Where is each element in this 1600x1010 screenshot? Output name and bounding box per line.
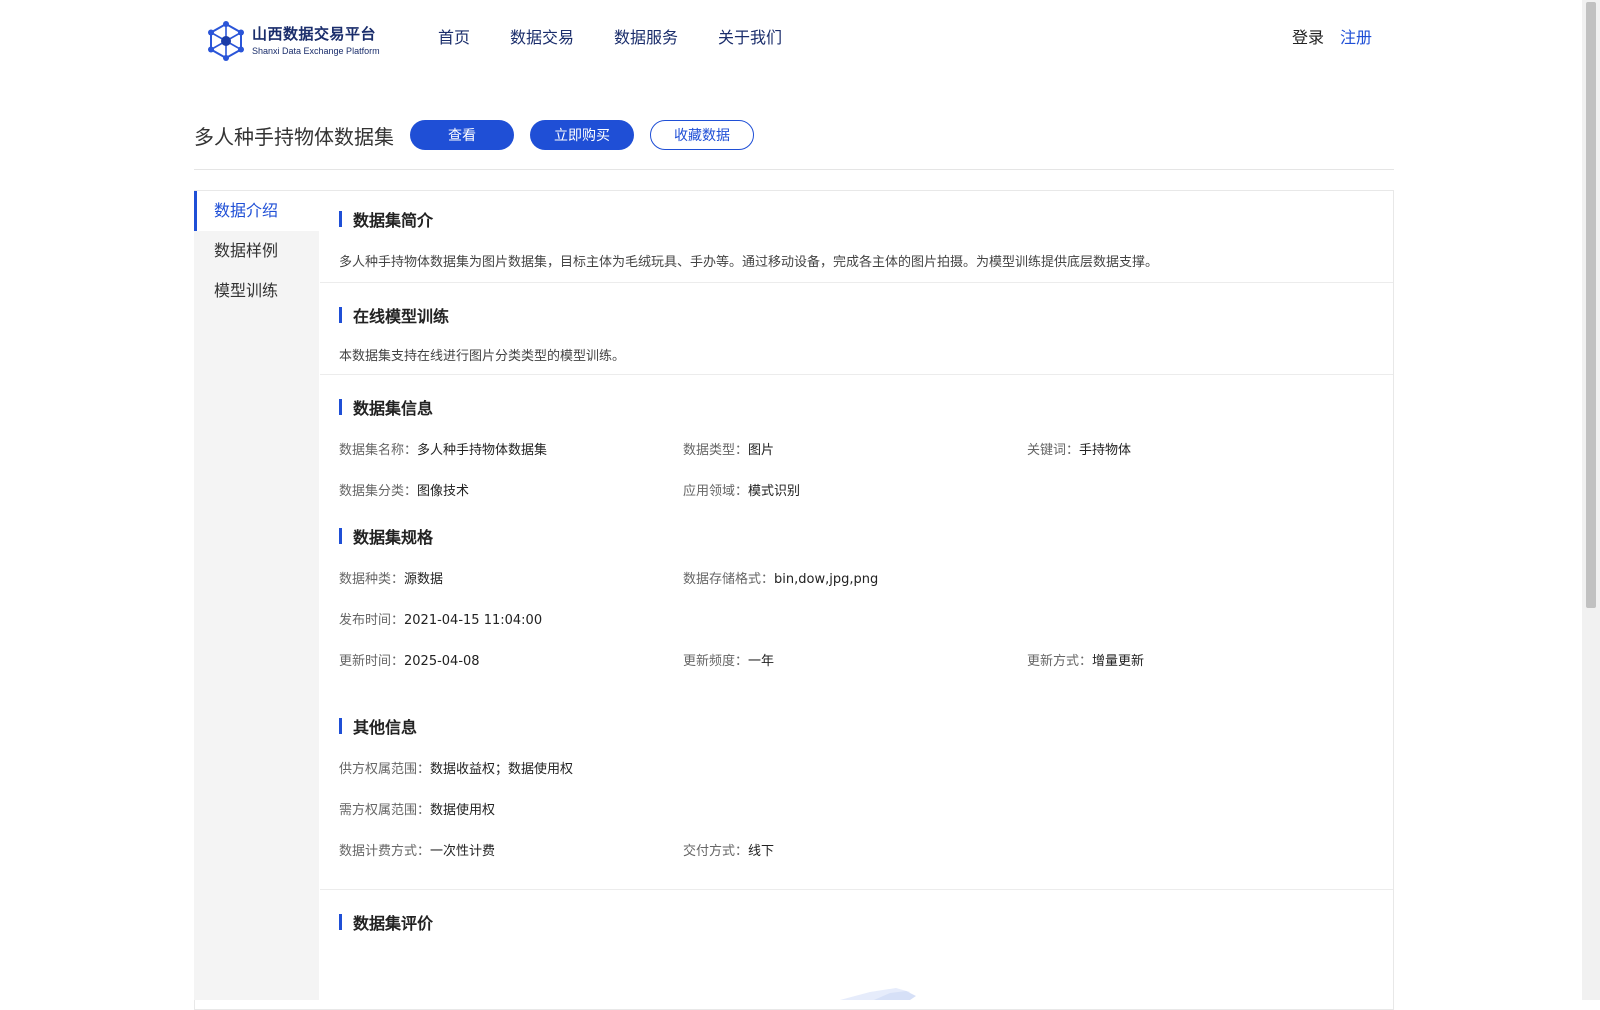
nav-about-us[interactable]: 关于我们 (718, 26, 782, 50)
field-label: 数据存储格式： (683, 572, 775, 587)
section-marker (339, 211, 342, 227)
field-label: 更新频度： (683, 654, 749, 669)
intro-title: 数据集简介 (353, 211, 434, 230)
field-label: 发布时间： (339, 613, 405, 628)
info-row: 数据集名称：多人种手持物体数据集 数据类型：图片 关键词：手持物体 (339, 441, 1393, 461)
online-training-text: 本数据集支持在线进行图片分类类型的模型训练。 (339, 349, 626, 364)
section-online-training: 在线模型训练 本数据集支持在线进行图片分类类型的模型训练。 (320, 283, 1393, 375)
logo-title: 山西数据交易平台 (252, 25, 377, 43)
detail-content: 数据集简介 多人种手持物体数据集为图片数据集，目标主体为毛绒玩具、手办等。通过移… (320, 191, 1393, 934)
field-label: 数据种类： (339, 572, 405, 587)
auth-links: 登录 注册 (1292, 26, 1372, 50)
section-marker (339, 528, 342, 544)
section-review: 数据集评价 (320, 890, 1393, 934)
nav-data-trade[interactable]: 数据交易 (510, 26, 574, 50)
section-title: 数据集信息 (339, 375, 1393, 419)
keywords-value: 手持物体 (1079, 443, 1132, 458)
buy-now-button[interactable]: 立即购买 (530, 120, 634, 150)
delivery-method-value: 线下 (748, 844, 775, 859)
field-label: 需方权属范围： (339, 803, 431, 818)
section-marker (339, 307, 342, 323)
hexagon-network-icon (208, 21, 244, 61)
online-training-title: 在线模型训练 (353, 307, 450, 326)
section-title: 数据集简介 (339, 191, 1393, 231)
sidebar-item-samples[interactable]: 数据样例 (194, 231, 319, 271)
field-label: 关键词： (1027, 443, 1080, 458)
section-marker (339, 718, 342, 734)
review-title: 数据集评价 (353, 914, 434, 933)
billing-method-value: 一次性计费 (430, 844, 496, 859)
field-label: 数据集名称： (339, 443, 418, 458)
nav-home[interactable]: 首页 (438, 26, 470, 50)
other-row: 数据计费方式：一次性计费 交付方式：线下 (339, 842, 1393, 862)
dataset-name-value: 多人种手持物体数据集 (417, 443, 548, 458)
demander-rights-value: 数据使用权 (430, 803, 496, 818)
sidebar-item-training[interactable]: 模型训练 (194, 271, 319, 311)
section-title: 其他信息 (339, 714, 1393, 738)
section-intro: 数据集简介 多人种手持物体数据集为图片数据集，目标主体为毛绒玩具、手办等。通过移… (320, 191, 1393, 283)
sidebar: 数据介绍 数据样例 模型训练 (194, 191, 319, 1000)
spec-row: 更新时间：2025-04-08 更新频度：一年 更新方式：增量更新 (339, 652, 1393, 672)
logo-subtitle: Shanxi Data Exchange Platform (252, 46, 380, 56)
spec-title: 数据集规格 (353, 528, 434, 547)
sidebar-item-intro[interactable]: 数据介绍 (194, 191, 319, 231)
site-logo[interactable]: 山西数据交易平台 Shanxi Data Exchange Platform (206, 19, 381, 63)
dataset-title-row: 多人种手持物体数据集 查看 立即购买 收藏数据 (194, 118, 1394, 152)
field-label: 应用领域： (683, 484, 749, 499)
section-title: 数据集评价 (339, 890, 1393, 934)
title-divider (194, 169, 1394, 170)
register-link[interactable]: 注册 (1340, 26, 1372, 50)
top-header: 山西数据交易平台 Shanxi Data Exchange Platform 首… (0, 0, 1582, 78)
update-frequency-value: 一年 (748, 654, 775, 669)
update-time-value: 2025-04-08 (404, 654, 480, 669)
section-title: 数据集规格 (339, 524, 1393, 548)
field-label: 数据类型： (683, 443, 749, 458)
section-marker (339, 399, 342, 415)
field-label: 数据计费方式： (339, 844, 431, 859)
other-title: 其他信息 (353, 718, 418, 737)
spec-row: 数据种类：源数据 数据存储格式：bin,dow,jpg,png (339, 570, 1393, 590)
nav-data-service[interactable]: 数据服务 (614, 26, 678, 50)
application-field-value: 模式识别 (748, 484, 801, 499)
section-dataset-info: 数据集信息 数据集名称：多人种手持物体数据集 数据类型：图片 关键词：手持物体 … (320, 375, 1393, 890)
field-label: 更新方式： (1027, 654, 1093, 669)
supplier-rights-value: 数据收益权；数据使用权 (430, 762, 574, 777)
info-row: 数据集分类：图像技术 应用领域：模式识别 (339, 482, 1393, 502)
section-title: 在线模型训练 (339, 283, 1393, 327)
category-value: 图像技术 (417, 484, 470, 499)
scrollbar-thumb[interactable] (1586, 2, 1596, 608)
other-row: 需方权属范围：数据使用权 (339, 801, 1393, 821)
section-marker (339, 914, 342, 930)
data-kind-value: 源数据 (404, 572, 444, 587)
info-title: 数据集信息 (353, 399, 434, 418)
update-mode-value: 增量更新 (1092, 654, 1145, 669)
spec-row: 发布时间：2021-04-15 11:04:00 (339, 611, 1393, 631)
empty-state-illustration (840, 988, 916, 1000)
main-nav: 首页 数据交易 数据服务 关于我们 (438, 26, 822, 50)
favorite-button[interactable]: 收藏数据 (650, 120, 754, 150)
intro-text: 多人种手持物体数据集为图片数据集，目标主体为毛绒玩具、手办等。通过移动设备，完成… (339, 255, 1159, 270)
page-scrollbar[interactable] (1582, 0, 1600, 1000)
field-label: 供方权属范围： (339, 762, 431, 777)
other-row: 供方权属范围：数据收益权；数据使用权 (339, 760, 1393, 780)
view-button[interactable]: 查看 (410, 120, 514, 150)
field-label: 交付方式： (683, 844, 749, 859)
field-label: 更新时间： (339, 654, 405, 669)
storage-format-value: bin,dow,jpg,png (774, 572, 879, 587)
page-title: 多人种手持物体数据集 (194, 124, 394, 149)
login-link[interactable]: 登录 (1292, 26, 1324, 50)
publish-time-value: 2021-04-15 11:04:00 (404, 613, 543, 628)
field-label: 数据集分类： (339, 484, 418, 499)
data-type-value: 图片 (748, 443, 775, 458)
